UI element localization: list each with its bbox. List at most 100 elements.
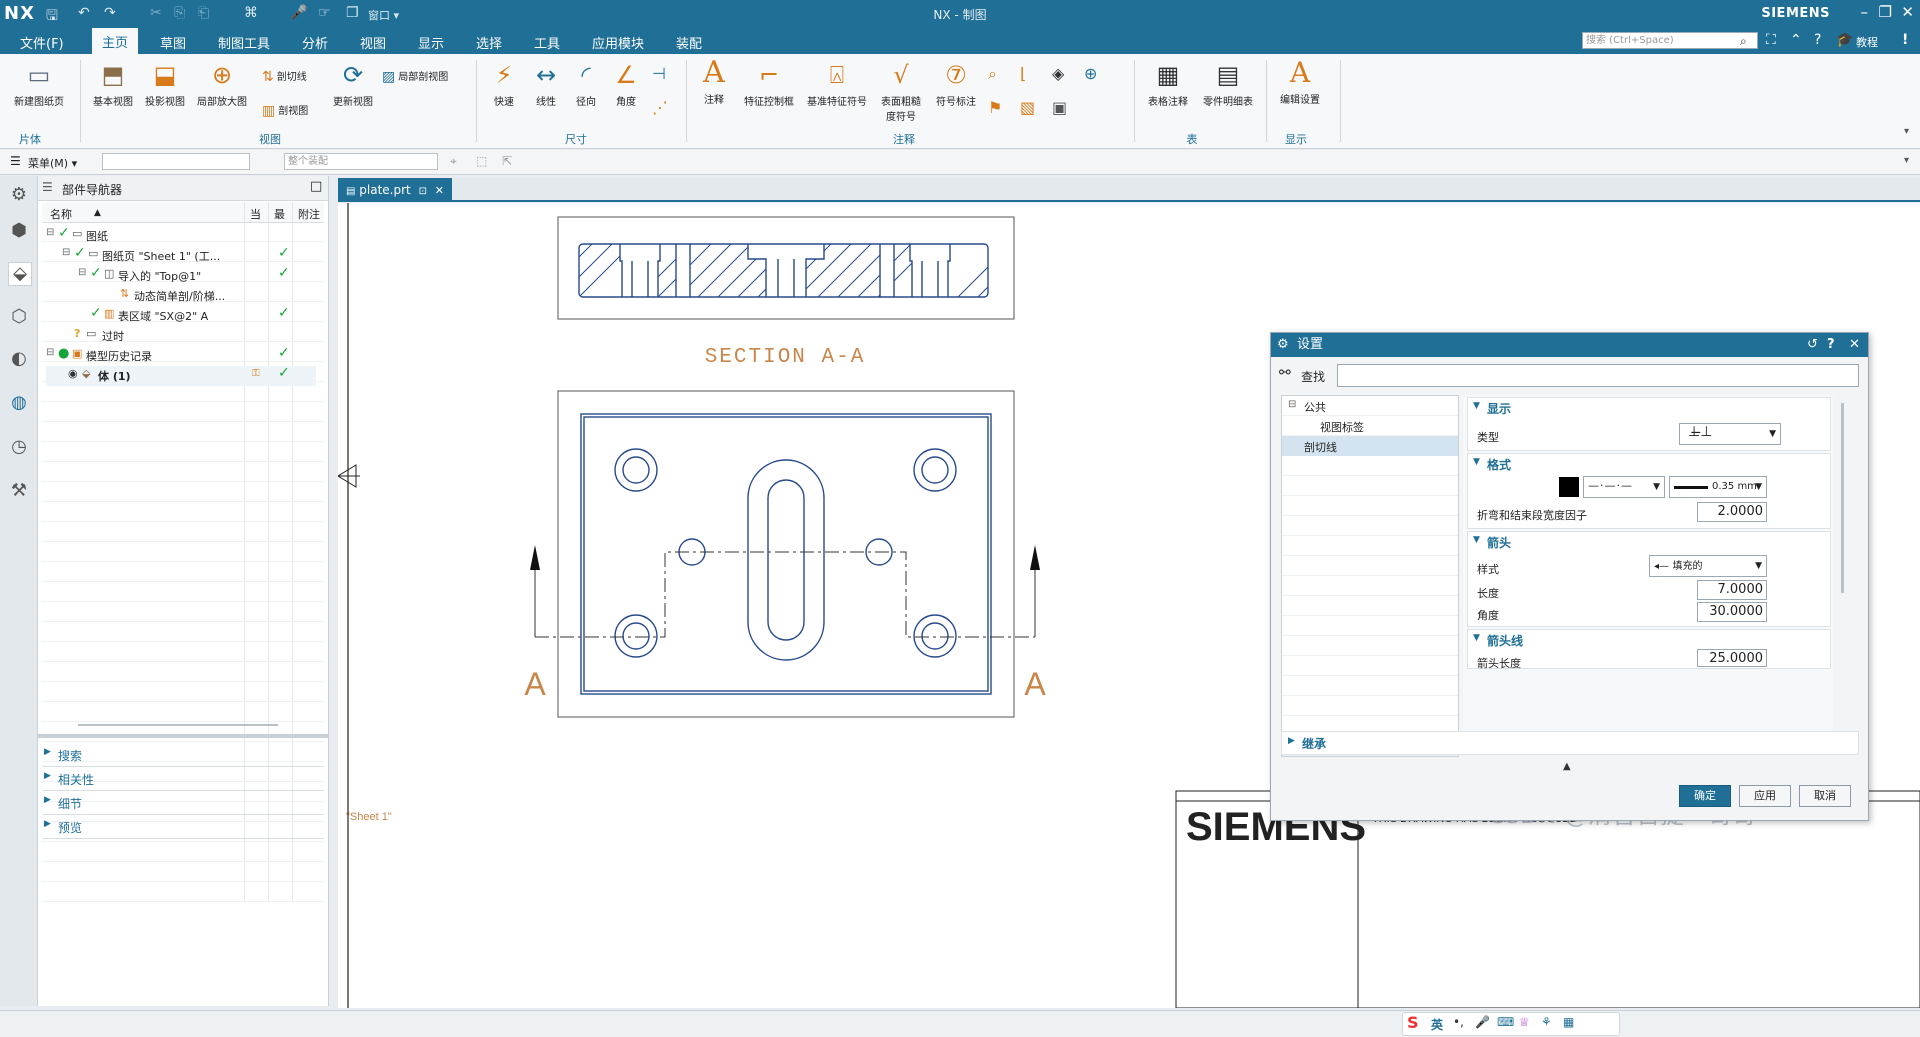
line-width-dropdown[interactable]: 0.35 mm ▼ bbox=[1669, 476, 1767, 498]
snap-point-icon[interactable]: ⌖ bbox=[450, 154, 457, 169]
fill-icon[interactable]: ◈ bbox=[1052, 64, 1064, 83]
ime-grid-icon[interactable]: ▦ bbox=[1563, 1015, 1574, 1029]
ime-keyboard-icon[interactable]: ⌨ bbox=[1497, 1015, 1514, 1029]
web-browser-icon[interactable]: ◍ bbox=[8, 392, 30, 414]
navigator-menu-icon[interactable]: ☰ bbox=[42, 180, 53, 194]
menu-sketch[interactable]: 草图 bbox=[160, 33, 186, 52]
fullscreen-icon[interactable]: ⛶ bbox=[1766, 32, 1776, 48]
section-details[interactable]: ▶ 细节 bbox=[42, 790, 324, 815]
new-sheet-button[interactable]: ▭ 新建图纸页 bbox=[8, 60, 70, 108]
reset-icon[interactable]: ↺ bbox=[1807, 333, 1818, 357]
close-icon[interactable]: ✕ bbox=[1901, 3, 1914, 21]
sort-ascending-icon[interactable]: ▲ bbox=[94, 208, 101, 218]
tabular-note-button[interactable]: ▦ 表格注释 bbox=[1142, 60, 1194, 108]
collapse-icon[interactable]: ⊟ bbox=[78, 267, 86, 278]
magnifier-icon[interactable]: ⌕ bbox=[988, 64, 997, 84]
part-navigator-icon[interactable]: ⬙ bbox=[8, 262, 32, 286]
ime-punctuation-icon[interactable]: •, bbox=[1453, 1015, 1464, 1029]
tree-row-outdated[interactable]: ? ▭ 过时 bbox=[46, 326, 316, 346]
apply-button[interactable]: 应用 bbox=[1739, 785, 1791, 807]
dialog-help-icon[interactable]: ? bbox=[1827, 333, 1835, 357]
cmdrow-options-icon[interactable]: ▾ bbox=[1904, 155, 1909, 166]
tree-item-section-line[interactable]: 剖切线 bbox=[1282, 436, 1458, 456]
menu-select[interactable]: 选择 bbox=[476, 33, 502, 52]
section-arrow-title[interactable]: 箭头 bbox=[1487, 534, 1511, 551]
tree-row-imported-view[interactable]: ⊟ ✓ ◫ 导入的 "Top@1" ✓ bbox=[46, 265, 316, 286]
ime-shirt-icon[interactable]: ⚘ bbox=[1541, 1015, 1552, 1029]
color-swatch[interactable] bbox=[1559, 477, 1579, 497]
assembly-scope-dropdown[interactable]: 整个装配 bbox=[284, 153, 438, 170]
menu-display[interactable]: 显示 bbox=[418, 33, 444, 52]
arrow-line-length-input[interactable]: 25.0000 bbox=[1697, 649, 1767, 667]
tree-item-common[interactable]: 公共 bbox=[1304, 399, 1326, 415]
tree-item-view-label[interactable]: 视图标签 bbox=[1320, 419, 1364, 435]
reuse-library-icon[interactable]: ⬡ bbox=[8, 306, 30, 328]
section-line-button[interactable]: ⇅ 剖切线 bbox=[262, 68, 307, 85]
arrow-style-dropdown[interactable]: ◂— 填充的 ▼ bbox=[1649, 555, 1767, 577]
column-current[interactable]: 当 bbox=[250, 206, 261, 222]
column-name[interactable]: 名称 bbox=[50, 206, 72, 222]
ime-logo-icon[interactable]: S bbox=[1407, 1013, 1419, 1032]
tutorial-link[interactable]: 教程 bbox=[1856, 34, 1878, 50]
section-search[interactable]: ▶ 搜索 bbox=[42, 742, 324, 767]
panel-splitter[interactable] bbox=[38, 734, 328, 738]
main-menu-button[interactable]: 菜单(M) ▾ bbox=[28, 155, 77, 171]
assembly-navigator-icon[interactable]: ⬢ bbox=[8, 220, 30, 242]
section-inherit[interactable]: ▶ 继承 bbox=[1281, 731, 1859, 755]
eye-icon[interactable]: ◉ bbox=[68, 367, 78, 380]
linear-dimension-button[interactable]: ↔ 线性 bbox=[526, 60, 566, 108]
surface-finish-button[interactable]: √ 表面粗糙度符号 bbox=[876, 60, 926, 123]
menu-tools[interactable]: 工具 bbox=[534, 33, 560, 52]
collapse-icon[interactable]: ⊟ bbox=[46, 227, 54, 238]
angular-dimension-button[interactable]: ∠ 角度 bbox=[606, 60, 646, 108]
menu-assembly[interactable]: 装配 bbox=[676, 33, 702, 52]
feature-control-frame-button[interactable]: ⌐ 特征控制框 bbox=[738, 60, 800, 108]
history-icon[interactable]: ◷ bbox=[8, 436, 30, 458]
menu-analysis[interactable]: 分析 bbox=[302, 33, 328, 52]
collapse-dialog-icon[interactable]: ▲ bbox=[1563, 761, 1571, 772]
menu-file[interactable]: 文件(F) bbox=[20, 33, 64, 52]
dialog-close-icon[interactable]: ✕ bbox=[1849, 333, 1860, 357]
ime-skin-icon[interactable]: ♕ bbox=[1519, 1015, 1530, 1029]
navigator-scrollbar[interactable] bbox=[78, 724, 278, 726]
check-icon[interactable]: ✓ bbox=[90, 265, 102, 281]
detail-view-button[interactable]: ⊕ 局部放大图 bbox=[192, 60, 252, 108]
menu-applications[interactable]: 应用模块 bbox=[592, 33, 644, 52]
image-icon[interactable]: ▣ bbox=[1052, 98, 1067, 117]
line-font-dropdown[interactable]: —·—·— ▼ bbox=[1583, 476, 1665, 498]
collapse-arrow-icon[interactable]: ▼ bbox=[1473, 535, 1480, 545]
pointer-icon[interactable]: ⇱ bbox=[502, 154, 512, 168]
rapid-dimension-button[interactable]: ⚡ 快速 bbox=[484, 60, 524, 108]
check-icon[interactable]: ✓ bbox=[58, 225, 70, 241]
update-view-button[interactable]: ⟳ 更新视图 bbox=[328, 60, 378, 108]
flag-icon[interactable]: ⚑ bbox=[988, 98, 1002, 117]
menu-home[interactable]: 主页 bbox=[92, 28, 139, 54]
check-icon[interactable]: ✓ bbox=[74, 245, 86, 261]
balloon-button[interactable]: ⑦ 符号标注 bbox=[928, 60, 984, 108]
column-notes[interactable]: 附注 bbox=[298, 206, 320, 222]
tree-row-section-line[interactable]: ⇅ 动态简单剖/阶梯... bbox=[46, 286, 316, 306]
section-preview[interactable]: ▶ 预览 bbox=[42, 814, 324, 839]
collapse-arrow-icon[interactable]: ▼ bbox=[1473, 633, 1480, 643]
type-dropdown[interactable]: ⊥̶⊥ ▼ bbox=[1679, 423, 1781, 445]
tree-row-table-region[interactable]: ✓ ▥ 表区域 "SX@2" A ✓ bbox=[46, 305, 316, 326]
radial-dimension-button[interactable]: ◜ 径向 bbox=[566, 60, 606, 108]
selection-filter-dropdown[interactable] bbox=[102, 153, 250, 170]
section-view-button[interactable]: ▥ 剖视图 bbox=[262, 102, 308, 119]
command-search-input[interactable]: 搜索 (Ctrl+Space) bbox=[1582, 32, 1758, 49]
select-box-icon[interactable]: ⬚ bbox=[476, 154, 487, 168]
tree-row-sheet[interactable]: ⊟ ✓ ▭ 图纸页 "Sheet 1" (工... ✓ bbox=[46, 245, 316, 266]
edit-settings-button[interactable]: A 编辑设置 bbox=[1272, 58, 1328, 107]
hd3d-icon[interactable]: ◐ bbox=[8, 348, 30, 370]
settings-gear-icon[interactable]: ⚙ bbox=[8, 184, 30, 206]
menu-drafting-tools[interactable]: 制图工具 bbox=[218, 33, 270, 52]
break-out-section-button[interactable]: ▨ 局部剖视图 bbox=[382, 68, 448, 85]
section-format-title[interactable]: 格式 bbox=[1487, 456, 1511, 473]
collapse-icon[interactable]: ⊟ bbox=[1288, 399, 1296, 410]
ime-voice-icon[interactable]: 🎤 bbox=[1475, 1015, 1490, 1029]
ok-button[interactable]: 确定 bbox=[1679, 785, 1731, 807]
menu-view[interactable]: 视图 bbox=[360, 33, 386, 52]
section-display-title[interactable]: 显示 bbox=[1487, 400, 1511, 417]
tab-plate-prt[interactable]: ▤ plate.prt ⊡ ✕ bbox=[338, 178, 453, 202]
collapse-icon[interactable]: ⊟ bbox=[62, 247, 70, 258]
